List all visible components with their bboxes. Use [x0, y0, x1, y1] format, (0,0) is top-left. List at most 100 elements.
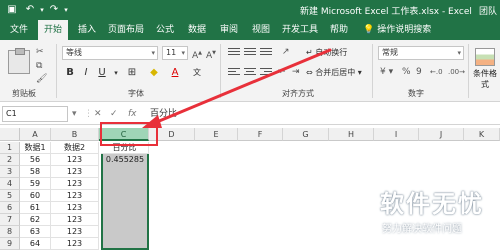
- enter-icon[interactable]: ✓: [110, 107, 118, 121]
- phonetic-icon[interactable]: 文: [190, 66, 204, 80]
- font-size-select[interactable]: 11 ▾: [162, 46, 188, 60]
- borders-icon[interactable]: ⊞: [124, 66, 140, 80]
- cancel-icon[interactable]: ✕: [94, 107, 102, 121]
- align-top-icon[interactable]: [228, 48, 240, 58]
- comma-style-icon[interactable]: 9: [416, 66, 422, 78]
- increase-decimal-icon[interactable]: ←.0: [430, 66, 443, 78]
- insert-function-icon[interactable]: fx: [128, 107, 137, 121]
- decrease-indent-icon[interactable]: ⇤: [278, 66, 286, 78]
- orientation-icon[interactable]: ↗: [282, 46, 290, 58]
- column-header-j[interactable]: J: [419, 128, 464, 141]
- tab-developer[interactable]: 开发工具: [280, 20, 320, 40]
- row-header[interactable]: 7: [0, 214, 20, 226]
- tell-me-search[interactable]: 💡 操作说明搜索: [363, 20, 431, 40]
- paste-icon[interactable]: [8, 48, 30, 74]
- align-bottom-icon[interactable]: [260, 48, 272, 58]
- column-header-e[interactable]: E: [195, 128, 238, 141]
- cell-a4[interactable]: 59: [20, 178, 51, 190]
- user-name[interactable]: 团队: [479, 4, 497, 17]
- bold-icon[interactable]: B: [64, 66, 76, 80]
- tab-review[interactable]: 审阅: [216, 20, 242, 40]
- row-header[interactable]: 8: [0, 226, 20, 238]
- align-middle-icon[interactable]: [244, 48, 256, 58]
- redo-icon[interactable]: ↷: [48, 3, 60, 17]
- cell-b3[interactable]: 123: [51, 166, 99, 178]
- align-center-icon[interactable]: [244, 68, 256, 78]
- tab-file[interactable]: 文件: [6, 20, 32, 40]
- row-header[interactable]: 4: [0, 178, 20, 190]
- chevron-down-icon[interactable]: ▾: [112, 66, 120, 80]
- undo-dropdown-icon[interactable]: ▾: [38, 3, 46, 17]
- cell-a9[interactable]: 64: [20, 238, 51, 250]
- column-header-k[interactable]: K: [464, 128, 500, 141]
- tab-data[interactable]: 数据: [184, 20, 210, 40]
- font-color-icon[interactable]: A: [168, 66, 182, 80]
- cell-a1[interactable]: 数据1: [20, 142, 51, 154]
- ribbon-tabs: 文件 开始 插入 页面布局 公式 数据 审阅 视图 开发工具 帮助 💡 操作说明搜…: [0, 20, 500, 40]
- select-all-corner[interactable]: [0, 128, 20, 141]
- row-header[interactable]: 9: [0, 238, 20, 250]
- save-icon[interactable]: ▣: [6, 3, 18, 17]
- row-header[interactable]: 3: [0, 166, 20, 178]
- font-name-select[interactable]: 等线 ▾: [62, 46, 158, 60]
- tab-home[interactable]: 开始: [38, 20, 68, 40]
- tab-insert[interactable]: 插入: [74, 20, 100, 40]
- cell-b7[interactable]: 123: [51, 214, 99, 226]
- cell-b8[interactable]: 123: [51, 226, 99, 238]
- row-header[interactable]: 6: [0, 202, 20, 214]
- italic-icon[interactable]: I: [80, 66, 92, 80]
- row-header[interactable]: 5: [0, 190, 20, 202]
- row-header[interactable]: 1: [0, 142, 20, 154]
- formula-bar: C1 ▾ ⋮ ✕ ✓ fx 百分比: [0, 103, 500, 125]
- cell-b1[interactable]: 数据2: [51, 142, 99, 154]
- column-header-f[interactable]: F: [238, 128, 283, 141]
- column-header-g[interactable]: G: [283, 128, 329, 141]
- increase-indent-icon[interactable]: ⇥: [292, 66, 300, 78]
- formula-input[interactable]: 百分比: [146, 106, 498, 122]
- currency-icon[interactable]: ¥ ▾: [380, 66, 393, 78]
- number-format-select[interactable]: 常规 ▾: [378, 46, 464, 60]
- tab-formulas[interactable]: 公式: [152, 20, 178, 40]
- customize-qat-icon[interactable]: ▾: [62, 3, 70, 17]
- grow-font-icon[interactable]: A▲: [192, 47, 202, 62]
- group-divider: [56, 44, 57, 98]
- cell-a5[interactable]: 60: [20, 190, 51, 202]
- tab-help[interactable]: 帮助: [326, 20, 352, 40]
- tab-page-layout[interactable]: 页面布局: [106, 20, 146, 40]
- cell-b4[interactable]: 123: [51, 178, 99, 190]
- shrink-font-icon[interactable]: A▼: [206, 47, 216, 62]
- conditional-format-button[interactable]: 条件格式: [470, 48, 500, 90]
- percent-style-icon[interactable]: %: [402, 66, 411, 78]
- wrap-text-button[interactable]: ↵ 自动换行: [306, 47, 347, 59]
- decrease-decimal-icon[interactable]: .00→: [448, 66, 465, 78]
- row-header[interactable]: 2: [0, 154, 20, 166]
- merge-center-button[interactable]: ⇔ 合并后居中 ▾: [306, 67, 362, 79]
- cell-b6[interactable]: 123: [51, 202, 99, 214]
- column-header-b[interactable]: B: [51, 128, 99, 141]
- align-right-icon[interactable]: [260, 68, 272, 78]
- chevron-down-icon: ▾: [181, 49, 185, 57]
- cell-b5[interactable]: 123: [51, 190, 99, 202]
- cell-a8[interactable]: 63: [20, 226, 51, 238]
- align-left-icon[interactable]: [228, 68, 240, 78]
- tab-view[interactable]: 视图: [248, 20, 274, 40]
- undo-icon[interactable]: ↶: [24, 3, 36, 17]
- group-divider: [468, 44, 469, 98]
- cell-b9[interactable]: 123: [51, 238, 99, 250]
- cell-a2[interactable]: 56: [20, 154, 51, 166]
- cut-icon[interactable]: ✂: [36, 46, 44, 58]
- cell-a6[interactable]: 61: [20, 202, 51, 214]
- fill-color-icon[interactable]: ◆: [146, 66, 162, 80]
- underline-icon[interactable]: U: [96, 66, 108, 80]
- column-header-h[interactable]: H: [329, 128, 374, 141]
- cell-a3[interactable]: 58: [20, 166, 51, 178]
- cell-c2[interactable]: 0.455285: [101, 154, 149, 166]
- cell-b2[interactable]: 123: [51, 154, 99, 166]
- column-header-a[interactable]: A: [20, 128, 51, 141]
- column-header-i[interactable]: I: [374, 128, 419, 141]
- copy-icon[interactable]: ⧉: [36, 60, 42, 72]
- cell-a7[interactable]: 62: [20, 214, 51, 226]
- name-box[interactable]: C1: [2, 106, 68, 122]
- name-box-dropdown-icon[interactable]: ▾: [72, 107, 77, 121]
- format-painter-icon[interactable]: 🖌: [36, 73, 47, 85]
